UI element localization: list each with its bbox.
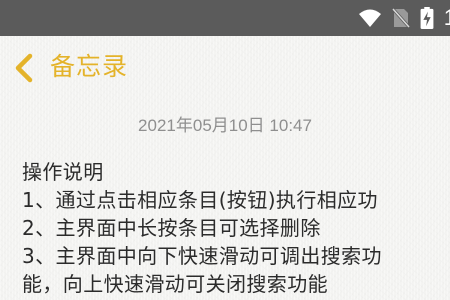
- note-timestamp: 2021年05月10日 10:47: [138, 116, 312, 135]
- note-line: 能，向上快速滑动可关闭搜索功能: [22, 272, 328, 296]
- battery-charging-icon: [420, 7, 434, 29]
- battery-percentage: 1: [443, 5, 450, 30]
- note-line: 2、主界面中长按条目可选择删除: [22, 216, 321, 240]
- wifi-icon: [358, 9, 381, 27]
- status-bar: 1: [0, 0, 450, 36]
- status-icons: 1: [358, 0, 450, 36]
- note-content[interactable]: 操作说明 1、通过点击相应条目(按钮)执行相应功 2、主界面中长按条目可选择删除…: [22, 158, 450, 300]
- note-line: 操作说明: [22, 160, 104, 184]
- note-line: 1、通过点击相应条目(按钮)执行相应功: [22, 188, 378, 212]
- no-sim-icon: [391, 8, 410, 28]
- back-button[interactable]: [10, 50, 40, 86]
- note-line: 3、主界面中向下快速滑动可调出搜索功: [22, 244, 382, 268]
- chevron-left-icon: [15, 53, 33, 83]
- header: 备忘录: [0, 36, 450, 100]
- page-title: 备忘录: [50, 52, 129, 81]
